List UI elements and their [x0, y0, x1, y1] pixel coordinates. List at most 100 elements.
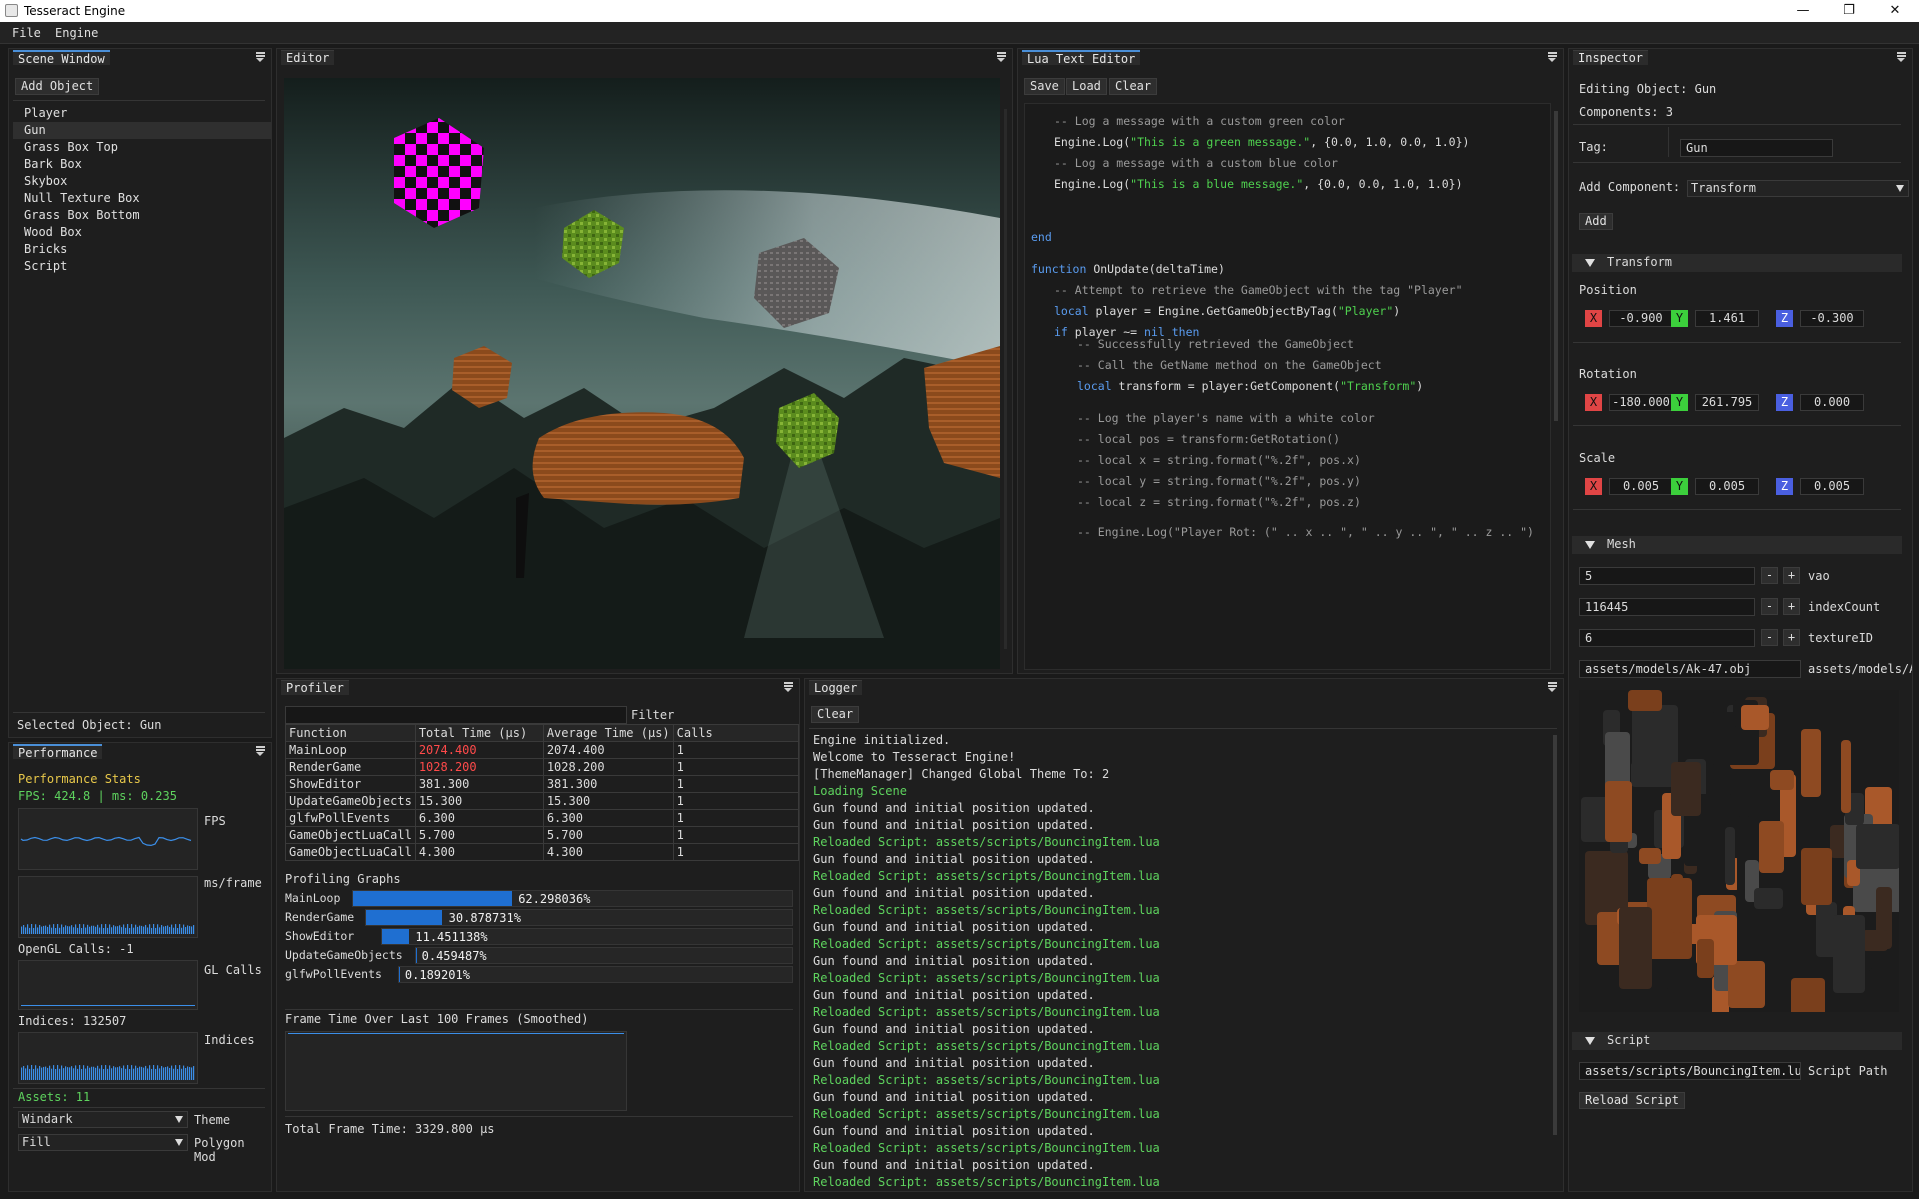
- histogram-bar: [33, 1068, 35, 1080]
- vector-x-field[interactable]: -0.900: [1609, 310, 1673, 327]
- code-scrollbar[interactable]: [1554, 111, 1558, 421]
- vector-x-field[interactable]: -180.000: [1609, 394, 1673, 411]
- mesh-header[interactable]: Mesh: [1572, 536, 1902, 554]
- histogram-bar: [119, 1066, 121, 1080]
- decrement-button[interactable]: -: [1761, 598, 1778, 615]
- editor-scrollbar[interactable]: [1004, 109, 1007, 649]
- add-component-button[interactable]: Add: [1579, 213, 1613, 230]
- menu-file[interactable]: File: [12, 26, 41, 40]
- panel-menu-icon[interactable]: [256, 746, 265, 756]
- increment-button[interactable]: +: [1783, 598, 1800, 615]
- scene-object-item[interactable]: Bark Box: [13, 156, 271, 173]
- scene-object-item[interactable]: Skybox: [13, 173, 271, 190]
- inspector-tab[interactable]: Inspector: [1573, 50, 1649, 65]
- panel-menu-icon[interactable]: [1548, 52, 1557, 62]
- log-line: Loading Scene: [813, 784, 907, 798]
- histogram-bar: [37, 927, 39, 934]
- histogram-bar: [91, 925, 93, 934]
- editor-tab[interactable]: Editor: [281, 50, 335, 65]
- transform-header[interactable]: Transform: [1572, 254, 1902, 272]
- load-button[interactable]: Load: [1066, 78, 1107, 95]
- vector-y-field[interactable]: 1.461: [1695, 310, 1759, 327]
- log-line: Gun found and initial position updated.: [813, 801, 1095, 815]
- scene-window-titlebar: Scene Window: [9, 49, 271, 66]
- increment-button[interactable]: +: [1783, 629, 1800, 646]
- vector-z-field[interactable]: -0.300: [1800, 310, 1864, 327]
- histogram-bar: [111, 927, 113, 934]
- axis-x-icon: X: [1585, 394, 1602, 411]
- increment-button[interactable]: +: [1783, 567, 1800, 584]
- code-token: OnUpdate(deltaTime): [1086, 262, 1225, 276]
- mesh-path-input[interactable]: assets/models/Ak-47.obj: [1579, 660, 1801, 678]
- histogram-bar: [121, 1068, 123, 1080]
- clear-button[interactable]: Clear: [1109, 78, 1158, 95]
- reload-script-button[interactable]: Reload Script: [1579, 1092, 1685, 1109]
- histogram-bar: [115, 1067, 117, 1080]
- script-path-input[interactable]: assets/scripts/BouncingItem.lua: [1579, 1062, 1801, 1080]
- mesh-indexCount-label: indexCount: [1808, 600, 1881, 614]
- scene-object-item[interactable]: Gun: [13, 122, 271, 139]
- vector-y-field[interactable]: 261.795: [1695, 394, 1759, 411]
- panel-menu-icon[interactable]: [997, 52, 1006, 62]
- table-cell: 2074.400: [542, 741, 674, 759]
- table-row: ShowEditor 381.300 381.300 1: [285, 775, 799, 793]
- vector-y-field[interactable]: 0.005: [1695, 478, 1759, 495]
- add-component-dropdown[interactable]: Transform: [1687, 180, 1909, 197]
- bar-fill: [399, 967, 401, 982]
- scene-object-item[interactable]: Grass Box Bottom: [13, 207, 271, 224]
- scene-viewport[interactable]: [284, 78, 1000, 669]
- bar-label: UpdateGameObjects: [285, 948, 403, 962]
- maximize-button[interactable]: ❐: [1826, 0, 1872, 22]
- profiler-tab[interactable]: Profiler: [281, 680, 349, 695]
- minimize-button[interactable]: —: [1780, 0, 1826, 22]
- texture-patch: [1741, 705, 1769, 730]
- vector-z-field[interactable]: 0.000: [1800, 394, 1864, 411]
- filter-input[interactable]: [285, 706, 627, 724]
- logger-scrollbar[interactable]: [1553, 735, 1557, 1135]
- histogram-bar: [59, 1068, 61, 1080]
- bar-track: 0.459487%: [415, 947, 793, 964]
- indices-graph-label: Indices: [204, 1033, 255, 1047]
- panel-menu-icon[interactable]: [1897, 52, 1906, 62]
- scene-object-item[interactable]: Bricks: [13, 241, 271, 258]
- scene-window-tab[interactable]: Scene Window: [13, 50, 110, 66]
- scene-object-item[interactable]: Null Texture Box: [13, 190, 271, 207]
- decrement-button[interactable]: -: [1761, 567, 1778, 584]
- scene-object-item[interactable]: Player: [13, 105, 271, 122]
- mesh-indexCount-input[interactable]: 116445: [1579, 598, 1755, 616]
- code-editor-area[interactable]: -- Log a message with a custom green col…: [1024, 103, 1551, 670]
- panel-menu-icon[interactable]: [784, 682, 793, 692]
- polygon-mode-dropdown[interactable]: Fill: [18, 1134, 188, 1151]
- mesh-textureID-input[interactable]: 6: [1579, 629, 1755, 647]
- logger-tab[interactable]: Logger: [809, 680, 863, 695]
- scene-object-item[interactable]: Wood Box: [13, 224, 271, 241]
- histogram-bar: [143, 1067, 145, 1080]
- tag-input[interactable]: Gun: [1680, 139, 1833, 157]
- texture-patch: [1671, 762, 1701, 816]
- mesh-vao-input[interactable]: 5: [1579, 567, 1755, 585]
- save-button[interactable]: Save: [1024, 78, 1065, 95]
- vector-x-field[interactable]: 0.005: [1609, 478, 1673, 495]
- panel-menu-icon[interactable]: [256, 52, 265, 62]
- add-object-button[interactable]: Add Object: [15, 78, 100, 95]
- decrement-button[interactable]: -: [1761, 629, 1778, 646]
- panel-menu-icon[interactable]: [1548, 682, 1557, 692]
- logger-clear-button[interactable]: Clear: [811, 706, 860, 723]
- theme-dropdown[interactable]: Windark: [18, 1111, 188, 1128]
- bar-value: 30.878731%: [448, 911, 521, 925]
- histogram-bar: [99, 1068, 101, 1080]
- tag-label: Tag:: [1579, 140, 1608, 154]
- fps-graph: [18, 808, 198, 870]
- histogram-bar: [119, 925, 121, 934]
- performance-tab[interactable]: Performance: [13, 744, 103, 760]
- menu-engine[interactable]: Engine: [55, 26, 98, 40]
- close-button[interactable]: ✕: [1872, 0, 1918, 22]
- histogram-bar: [181, 927, 183, 934]
- script-header[interactable]: Script: [1572, 1032, 1902, 1050]
- histogram-bar: [49, 1065, 51, 1080]
- log-line: Reloaded Script: assets/scripts/Bouncing…: [813, 1107, 1160, 1121]
- vector-z-field[interactable]: 0.005: [1800, 478, 1864, 495]
- lua-editor-tab[interactable]: Lua Text Editor: [1022, 50, 1141, 66]
- scene-object-item[interactable]: Script: [13, 258, 271, 275]
- scene-object-item[interactable]: Grass Box Top: [13, 139, 271, 156]
